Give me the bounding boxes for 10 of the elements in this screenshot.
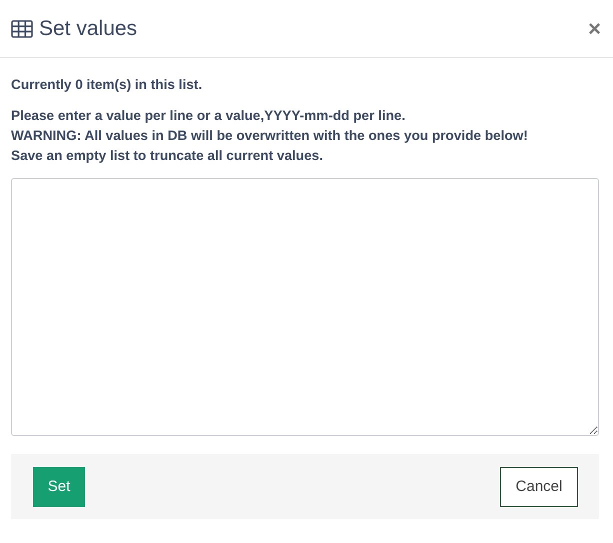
instruction-text: Save an empty list to truncate all current values. bbox=[11, 147, 324, 165]
set-button[interactable]: Set bbox=[33, 466, 85, 506]
cancel-button[interactable]: Cancel bbox=[500, 466, 578, 506]
instruction-text: WARNING: All values in DB will be overwritten with the ones you provide below! bbox=[11, 127, 529, 145]
close-button[interactable]: × bbox=[588, 18, 601, 40]
table-icon bbox=[11, 20, 33, 38]
instruction-text: Please enter a value per line or a value,YYYY-mm-dd per line. bbox=[11, 107, 406, 125]
item-count-text: Currently 0 item(s) in this list. bbox=[11, 76, 204, 94]
dialog-title: Set values bbox=[39, 16, 138, 40]
values-field[interactable] bbox=[11, 178, 599, 436]
